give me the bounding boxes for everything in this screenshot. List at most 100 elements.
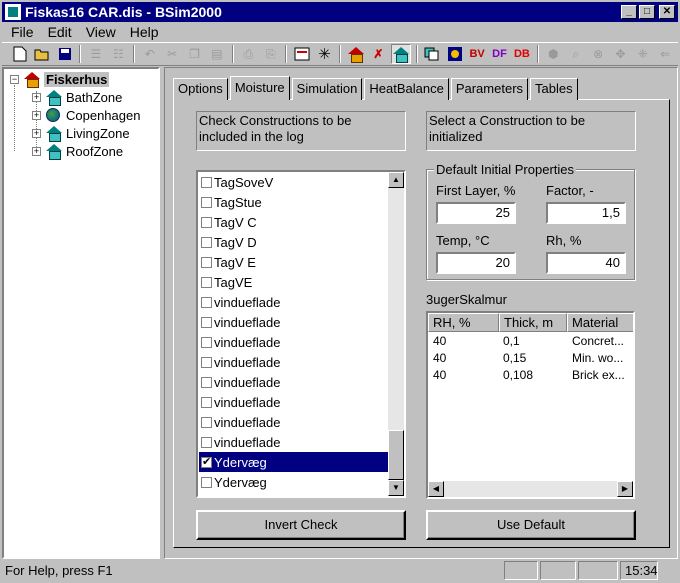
solid-icon[interactable]: ⬢	[544, 44, 563, 64]
construction-item[interactable]: Ydervæg	[199, 472, 389, 492]
scroll-up-button[interactable]: ▲	[388, 172, 404, 188]
menu-file[interactable]: File	[4, 23, 41, 41]
back-arrow-icon[interactable]: ⇐	[656, 44, 675, 64]
print-preview-icon[interactable]: ⎙	[239, 44, 258, 64]
menu-view[interactable]: View	[79, 23, 123, 41]
copy-icon[interactable]: ❐	[185, 44, 204, 64]
expand-icon[interactable]: +	[32, 92, 41, 102]
construction-item[interactable]: vinduefladе	[199, 392, 389, 412]
construction-checkbox[interactable]	[201, 216, 212, 228]
zoom-fit-icon[interactable]: ⊗	[588, 44, 607, 64]
pan-icon[interactable]: ✥	[611, 44, 630, 64]
close-button[interactable]: ✕	[659, 5, 675, 19]
invert-check-button[interactable]: Invert Check	[196, 510, 406, 540]
construction-item[interactable]: vinduefladе	[199, 412, 389, 432]
tab-parameters[interactable]: Parameters	[450, 78, 529, 100]
tab-tables[interactable]: Tables	[530, 78, 578, 100]
house-active-icon[interactable]	[391, 44, 411, 64]
construction-checkbox[interactable]	[201, 376, 212, 388]
scroll-left-button[interactable]: ◀	[428, 481, 444, 497]
column-header-thick[interactable]: Thick, m	[499, 313, 567, 332]
use-default-button[interactable]: Use Default	[426, 510, 636, 540]
column-header-rh[interactable]: RH, %	[428, 313, 499, 332]
temp-field[interactable]: 20	[436, 252, 516, 274]
tab-heatbalance[interactable]: HeatBalance	[364, 78, 449, 100]
first-layer-field[interactable]: 25	[436, 202, 516, 224]
construction-checkbox[interactable]	[201, 476, 212, 488]
horizontal-scrollbar[interactable]: ◀ ▶	[428, 481, 633, 497]
construction-checkbox[interactable]	[201, 276, 212, 288]
layer-1-material[interactable]: Concret...	[572, 334, 632, 348]
layer-3-thick[interactable]: 0,108	[503, 368, 533, 382]
layer-2-rh[interactable]: 40	[433, 351, 446, 365]
construction-checkbox[interactable]	[201, 296, 212, 308]
construction-item[interactable]: TagV D	[199, 232, 389, 252]
construction-checkbox[interactable]	[201, 176, 212, 188]
construction-item[interactable]: TagVE	[199, 272, 389, 292]
paste-icon[interactable]: ▤	[207, 44, 226, 64]
tree-root[interactable]: − Fiskerhus	[10, 71, 110, 88]
tree-item-copenhagen[interactable]: + Copenhagen	[32, 107, 140, 123]
expand-icon[interactable]: +	[32, 128, 41, 138]
db-icon[interactable]: DB	[512, 44, 531, 64]
construction-checkbox[interactable]	[201, 356, 212, 368]
layer-1-rh[interactable]: 40	[433, 334, 446, 348]
construction-item[interactable]: vinduefladе	[199, 292, 389, 312]
expand-icon[interactable]: +	[32, 146, 41, 156]
column-header-material[interactable]: Material	[567, 313, 633, 332]
expand-icon[interactable]: +	[32, 110, 41, 120]
cut-icon[interactable]: ✂	[162, 44, 181, 64]
new-icon[interactable]	[10, 44, 29, 64]
undo-icon[interactable]: ↶	[140, 44, 159, 64]
construction-item[interactable]: vinduefladе	[199, 432, 389, 452]
minimize-button[interactable]: _	[621, 5, 637, 19]
save-icon[interactable]	[55, 44, 74, 64]
house-edit-icon[interactable]: ✗	[369, 44, 388, 64]
vertical-scrollbar[interactable]: ▲ ▼	[388, 172, 404, 496]
construction-checkbox[interactable]	[201, 436, 212, 448]
tab-simulation[interactable]: Simulation	[291, 78, 363, 100]
scroll-down-button[interactable]: ▼	[388, 480, 404, 496]
layer-1-thick[interactable]: 0,1	[503, 334, 520, 348]
sun-icon[interactable]	[445, 44, 464, 64]
scroll-right-button[interactable]: ▶	[617, 481, 633, 497]
tab-options[interactable]: Options	[173, 78, 228, 100]
construction-item[interactable]: Ydervæg	[199, 452, 389, 472]
rh-field[interactable]: 40	[546, 252, 626, 274]
construction-checkbox[interactable]	[201, 416, 212, 428]
layer-3-material[interactable]: Brick ex...	[572, 368, 632, 382]
scroll-thumb[interactable]	[388, 430, 404, 480]
maximize-button[interactable]: □	[639, 5, 655, 19]
house-icon[interactable]	[346, 44, 365, 64]
construction-item[interactable]: TagSoveV	[199, 172, 389, 192]
construction-item[interactable]: vinduefladе	[199, 352, 389, 372]
tree-item-bathzone[interactable]: + BathZone	[32, 89, 122, 106]
menu-help[interactable]: Help	[123, 23, 166, 41]
tab-moisture[interactable]: Moisture	[229, 76, 290, 100]
rotate-icon[interactable]: ⁜	[633, 44, 652, 64]
report-icon[interactable]	[292, 44, 311, 64]
construction-checkbox[interactable]	[201, 396, 212, 408]
layer-3-rh[interactable]: 40	[433, 368, 446, 382]
construction-checklist[interactable]: TagSoveV TagStue TagV C TagV D TagV E TagVE vi…	[196, 170, 406, 498]
menu-edit[interactable]: Edit	[41, 23, 79, 41]
app-icon[interactable]	[5, 4, 21, 20]
construction-checkbox[interactable]	[201, 455, 212, 468]
construction-item[interactable]: TagV E	[199, 252, 389, 272]
layers-grid[interactable]: RH, % Thick, m Material 40 0,1 Concret..…	[426, 311, 635, 499]
align-right-icon[interactable]: ☷	[109, 44, 128, 64]
construction-item[interactable]: TagV C	[199, 212, 389, 232]
construction-checkbox[interactable]	[201, 256, 212, 268]
align-left-icon[interactable]: ☰	[86, 44, 105, 64]
construction-checkbox[interactable]	[201, 336, 212, 348]
construction-checkbox[interactable]	[201, 236, 212, 248]
tree-item-livingzone[interactable]: + LivingZone	[32, 125, 130, 142]
construction-item[interactable]: vinduefladе	[199, 372, 389, 392]
construction-item[interactable]: TagStue	[199, 192, 389, 212]
construction-checkbox[interactable]	[201, 196, 212, 208]
print-icon[interactable]: ⎘	[261, 44, 280, 64]
open-icon[interactable]	[32, 44, 51, 64]
construction-item[interactable]: vinduefladе	[199, 332, 389, 352]
copy-object-icon[interactable]	[423, 44, 442, 64]
layer-2-thick[interactable]: 0,15	[503, 351, 526, 365]
